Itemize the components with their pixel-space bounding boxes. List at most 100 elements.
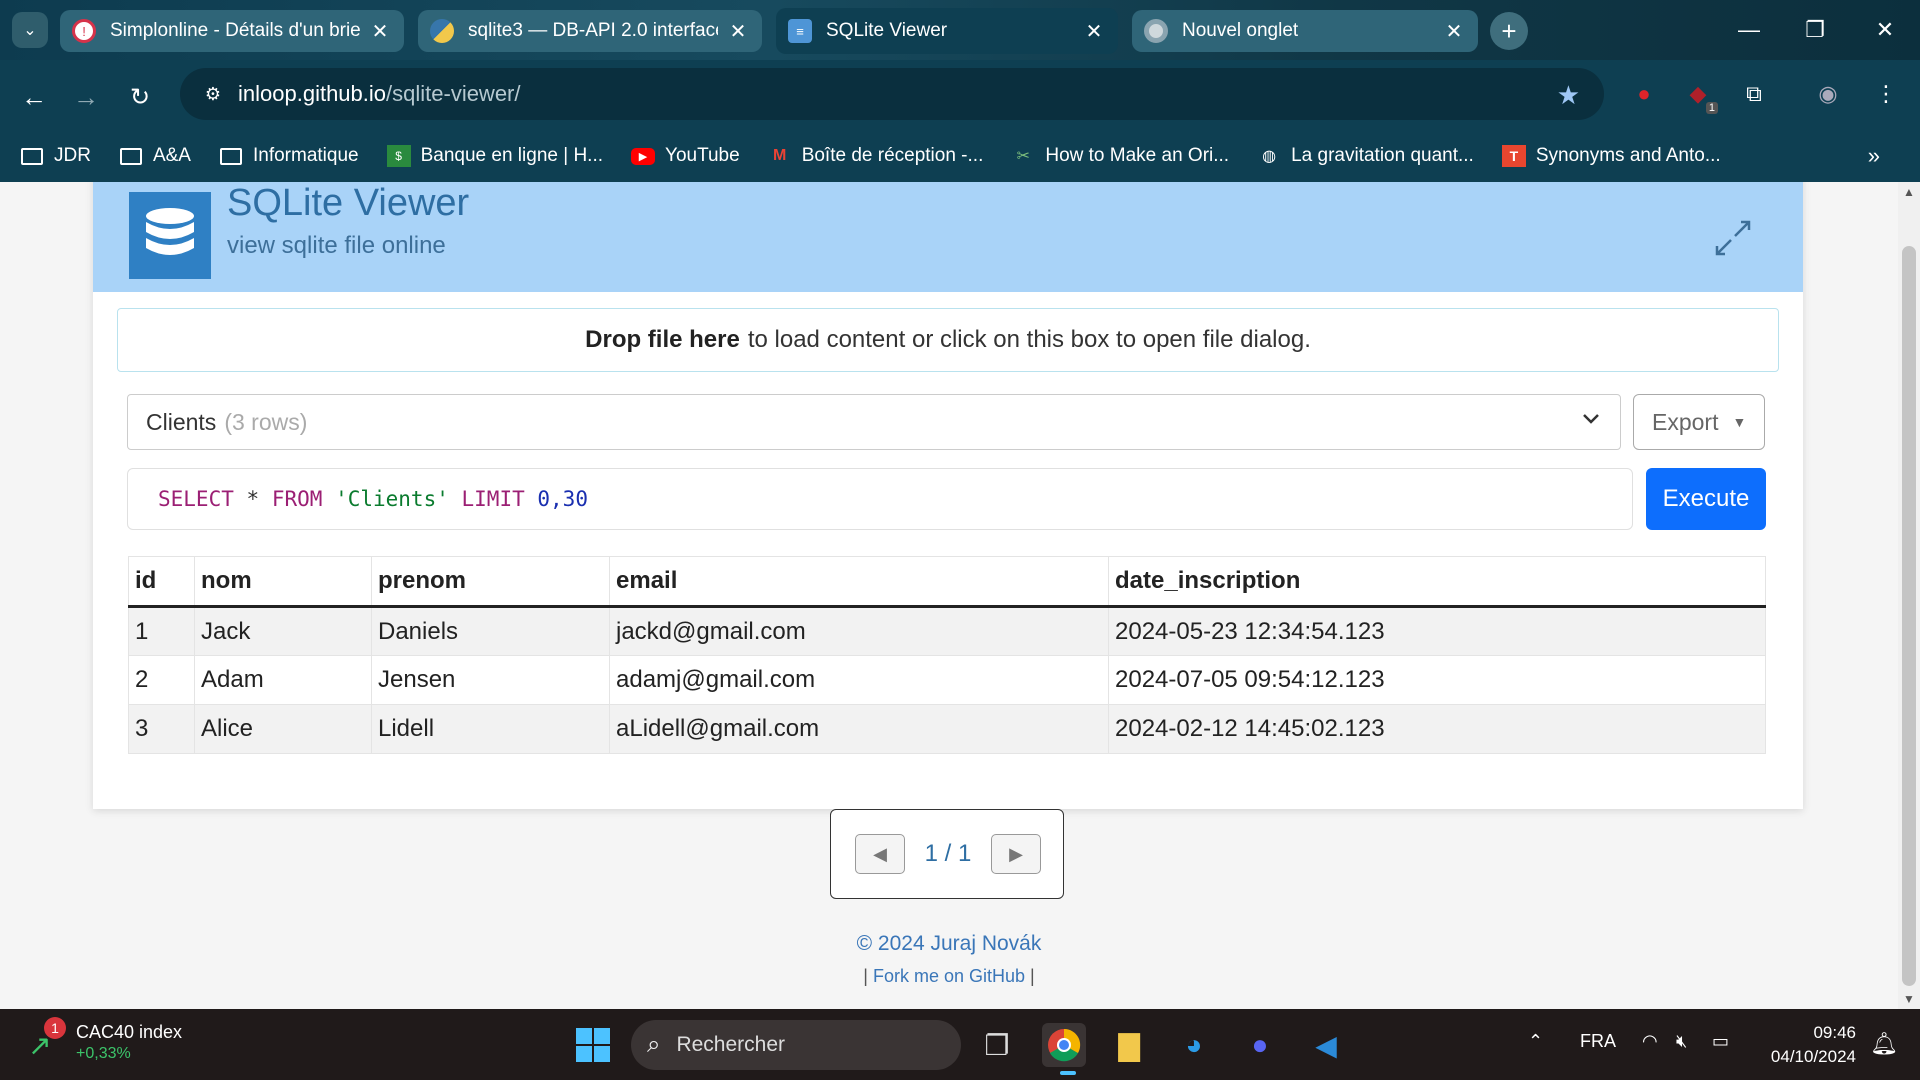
sqlite-viewer-icon: ≡ [788, 19, 812, 43]
globe-icon: ◍ [1262, 148, 1277, 165]
clock-date: 04/10/2024 [1770, 1047, 1856, 1066]
column-header[interactable]: date_inscription [1108, 556, 1766, 608]
table-cell: 1 [128, 606, 195, 656]
site-info-icon[interactable]: ⚙ [188, 84, 238, 105]
file-explorer-icon[interactable]: ▇ [1107, 1023, 1151, 1067]
table-cell: 2024-07-05 09:54:12.123 [1108, 655, 1766, 705]
table-header-row: id nom prenom email date_inscription [128, 556, 1766, 608]
bookmark-banque[interactable]: $ Banque en ligne | H... [386, 145, 603, 167]
dropzone-bold-text: Drop file here [585, 326, 740, 353]
file-dropzone[interactable]: Drop file here to load content or click … [117, 308, 1779, 372]
scroll-thumb[interactable] [1902, 246, 1916, 986]
close-icon[interactable]: ✕ [726, 19, 750, 44]
bank-icon: $ [386, 145, 411, 167]
selected-table-name: Clients [146, 408, 217, 435]
tray-overflow-icon[interactable]: ⌃ [1528, 1031, 1543, 1052]
column-header[interactable]: email [609, 556, 1109, 608]
language-indicator[interactable]: FRA [1580, 1031, 1616, 1052]
column-header[interactable]: nom [194, 556, 372, 608]
export-button[interactable]: Export ▼ [1633, 394, 1765, 450]
tab-sqlite-viewer[interactable]: ≡ SQLite Viewer ✕ [776, 8, 1118, 54]
folder-icon [119, 145, 143, 167]
bookmark-origami[interactable]: ✂ How to Make an Ori... [1011, 145, 1229, 167]
menu-kebab-icon[interactable]: ⋮ [1868, 76, 1904, 112]
restore-button[interactable]: ❐ [1792, 10, 1838, 50]
python-icon [430, 19, 454, 43]
viewer-card: SQLite Viewer view sqlite file online Dr… [93, 182, 1803, 809]
bookmark-youtube[interactable]: ▶ YouTube [631, 145, 740, 167]
search-icon: ⌕ [647, 1031, 661, 1058]
scissors-icon: ✂ [1016, 148, 1031, 165]
scroll-up-icon[interactable]: ▲ [1898, 182, 1920, 202]
page-viewport: SQLite Viewer view sqlite file online Dr… [0, 182, 1898, 1009]
extension-badge: 1 [1705, 102, 1718, 114]
folder-icon [20, 145, 44, 167]
table-cell: Lidell [371, 704, 610, 754]
wifi-icon[interactable]: ◠ [1642, 1031, 1658, 1052]
tab-new-tab[interactable]: Nouvel onglet ✕ [1132, 10, 1478, 52]
more-bookmarks-icon[interactable]: » [1868, 143, 1880, 169]
thesaurus-icon: T [1501, 145, 1526, 167]
table-cell: adamj@gmail.com [609, 655, 1109, 705]
volume-muted-icon[interactable]: 🔇︎ [1676, 1031, 1687, 1052]
vscode-icon[interactable]: ◀ [1304, 1023, 1348, 1067]
bookmark-star-icon[interactable]: ★ [1557, 80, 1580, 111]
next-page-button[interactable]: ▶ [991, 834, 1041, 874]
app-subtitle: view sqlite file online [227, 232, 446, 259]
minimize-button[interactable]: — [1726, 10, 1772, 50]
chrome-taskbar-icon[interactable] [1042, 1023, 1086, 1067]
system-clock[interactable]: 09:46 04/10/2024 [1771, 1021, 1856, 1069]
scroll-down-icon[interactable]: ▼ [1898, 989, 1920, 1009]
back-button[interactable]: ← [14, 77, 54, 117]
sql-query-editor[interactable]: SELECT * FROM 'Clients' LIMIT 0,30 [127, 468, 1633, 530]
table-select[interactable]: Clients (3 rows) [127, 394, 1621, 450]
page-scrollbar[interactable]: ▲ ▼ [1898, 182, 1920, 1009]
forward-button[interactable]: → [66, 77, 106, 117]
new-tab-button[interactable]: + [1490, 12, 1528, 50]
extensions-puzzle-icon[interactable]: ⧉ [1736, 76, 1772, 112]
windows-start-icon[interactable] [571, 1023, 615, 1067]
bookmark-thesaurus[interactable]: T Synonyms and Anto... [1501, 145, 1721, 167]
table-cell: Alice [194, 704, 372, 754]
column-header[interactable]: prenom [371, 556, 610, 608]
discord-icon[interactable]: ● [1238, 1023, 1282, 1067]
adblock-extension-icon[interactable]: ● [1626, 76, 1662, 112]
url-field[interactable]: ⚙ inloop.github.io/sqlite-viewer/ ★ [180, 68, 1604, 120]
stock-widget[interactable]: 1 ↗ CAC40 index +0,33% [28, 1017, 182, 1065]
task-view-icon[interactable]: ❐ [975, 1023, 1019, 1067]
bookmark-gmail[interactable]: M Boîte de réception -... [768, 145, 983, 167]
edge-icon[interactable]: ◕ [1172, 1023, 1216, 1067]
tab-search-button[interactable]: ⌄ [12, 12, 48, 48]
windows-taskbar: 1 ↗ CAC40 index +0,33% ⌕ Rechercher ❐ ▇ … [0, 1009, 1920, 1080]
taskbar-search[interactable]: ⌕ Rechercher [631, 1020, 961, 1070]
bookmark-informatique[interactable]: Informatique [219, 145, 359, 167]
close-window-button[interactable]: ✕ [1862, 10, 1908, 50]
profile-avatar-icon[interactable]: ◉ [1810, 76, 1846, 112]
column-header[interactable]: id [128, 556, 195, 608]
app-header: SQLite Viewer view sqlite file online [93, 182, 1803, 292]
tab-simplonline[interactable]: ! Simplonline - Détails d'un brief ✕ [60, 10, 404, 52]
pagination: ◀ 1 / 1 ▶ [830, 809, 1064, 899]
table-row-count: (3 rows) [224, 408, 308, 435]
results-table: id nom prenom email date_inscription 1 J… [128, 556, 1766, 754]
fork-github-link[interactable]: Fork me on GitHub [873, 966, 1025, 986]
ublock-extension-icon[interactable]: ◆ 1 [1680, 76, 1718, 114]
close-icon[interactable]: ✕ [1082, 19, 1106, 44]
close-icon[interactable]: ✕ [368, 19, 392, 44]
table-cell: 2024-05-23 12:34:54.123 [1108, 606, 1766, 656]
expand-icon[interactable] [1713, 218, 1753, 258]
battery-icon[interactable]: ▭ [1712, 1031, 1729, 1052]
table-cell: Daniels [371, 606, 610, 656]
tab-sqlite3-docs[interactable]: sqlite3 — DB-API 2.0 interface f ✕ [418, 10, 762, 52]
execute-button[interactable]: Execute [1646, 468, 1766, 530]
bookmark-jdr[interactable]: JDR [20, 145, 91, 167]
copyright-link[interactable]: © 2024 Juraj Novák [0, 932, 1898, 956]
app-title: SQLite Viewer [227, 182, 470, 224]
caret-down-icon: ▼ [1732, 414, 1747, 430]
bookmark-aa[interactable]: A&A [119, 145, 191, 167]
notification-bell-icon[interactable]: 🔔︎ [1870, 1031, 1898, 1057]
reload-button[interactable]: ↻ [120, 77, 160, 117]
bookmark-gravitation[interactable]: ◍ La gravitation quant... [1257, 145, 1474, 167]
close-icon[interactable]: ✕ [1442, 19, 1466, 44]
table-cell: aLidell@gmail.com [609, 704, 1109, 754]
